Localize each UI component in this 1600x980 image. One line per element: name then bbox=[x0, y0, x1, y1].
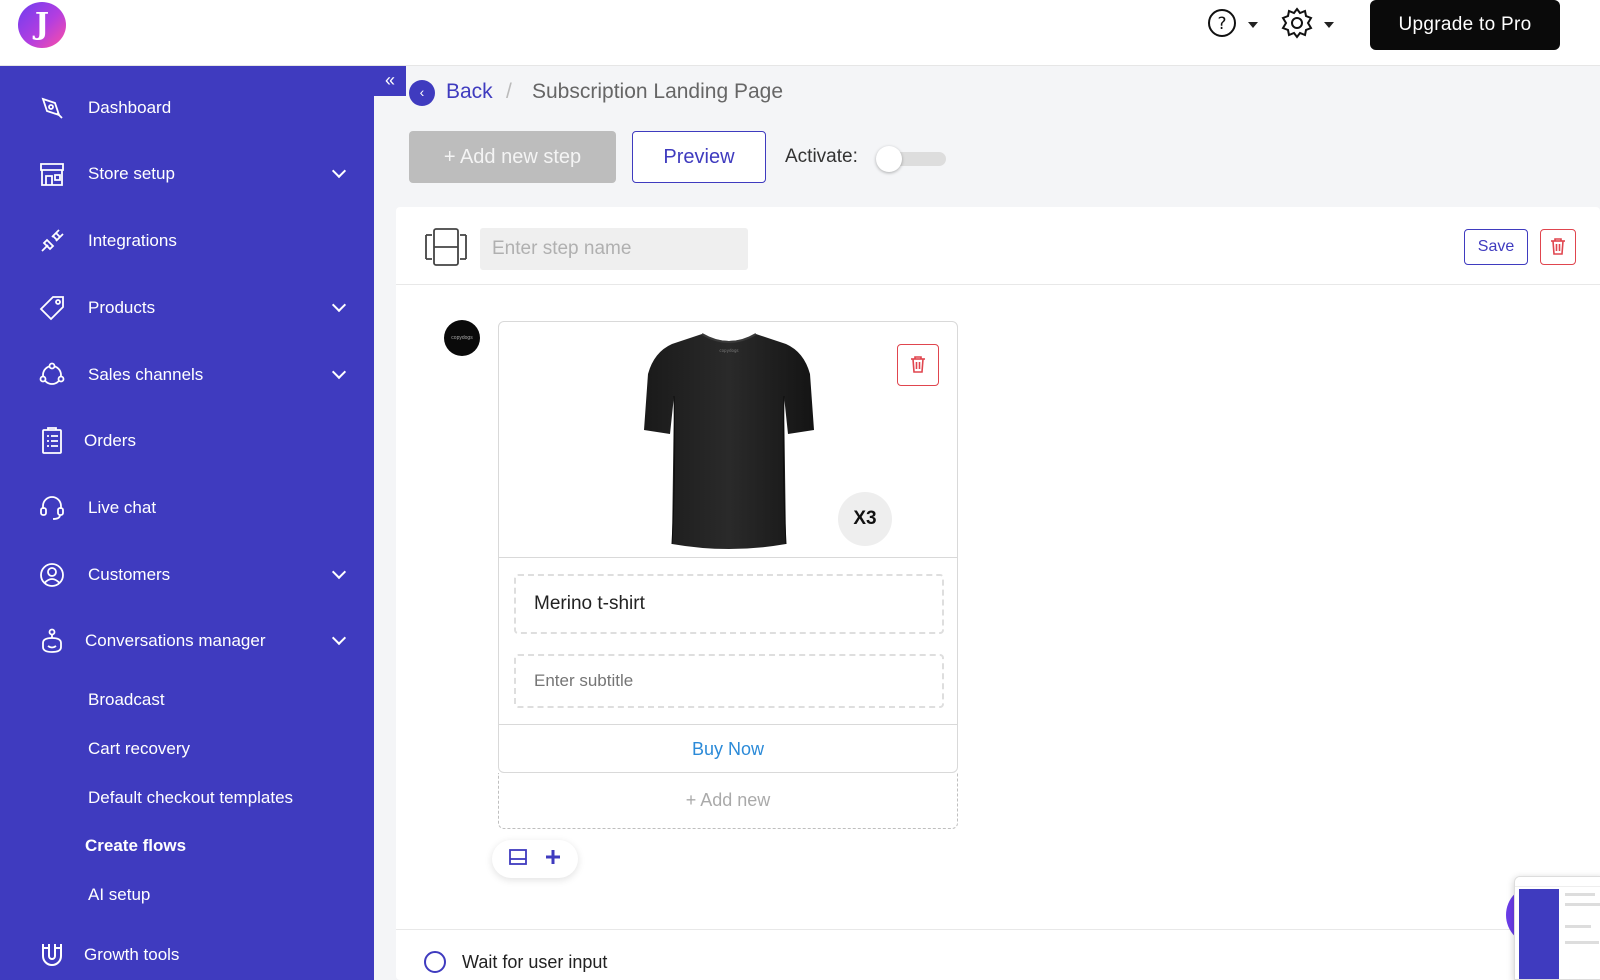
sidebar-subitem-cart-recovery[interactable]: Cart recovery bbox=[88, 739, 190, 759]
sidebar-subitem-default-checkout-templates[interactable]: Default checkout templates bbox=[88, 788, 293, 808]
step-editor-card: Save copydogs bbox=[396, 207, 1600, 980]
sidebar-item-label: Growth tools bbox=[84, 945, 180, 964]
layout-toggle-button[interactable] bbox=[505, 846, 531, 872]
add-new-step-button[interactable]: + Add new step bbox=[409, 131, 616, 183]
chevron-down-icon bbox=[331, 630, 347, 646]
trash-icon bbox=[910, 355, 926, 376]
page-title: Subscription Landing Page bbox=[532, 80, 784, 103]
thumbnail-sidebar bbox=[1519, 889, 1559, 979]
step-header: Save bbox=[396, 207, 1600, 285]
caret-down-icon bbox=[1324, 22, 1334, 28]
card-layout-icon bbox=[424, 227, 468, 272]
storefront-icon bbox=[38, 160, 66, 188]
caret-down-icon bbox=[1248, 22, 1258, 28]
sidebar-subitem-create-flows[interactable]: Create flows bbox=[85, 836, 186, 856]
trash-icon bbox=[1550, 237, 1566, 258]
sidebar-item-products[interactable]: Products bbox=[0, 288, 374, 328]
chevron-down-icon bbox=[331, 364, 347, 380]
chevron-down-icon bbox=[331, 163, 347, 179]
bot-icon bbox=[38, 627, 66, 655]
collapse-sidebar-button[interactable]: « bbox=[374, 66, 406, 96]
product-subtitle-field[interactable] bbox=[514, 654, 944, 708]
chevron-down-icon bbox=[331, 297, 347, 313]
preview-button[interactable]: Preview bbox=[632, 131, 766, 183]
tshirt-image: copydogs bbox=[644, 330, 814, 557]
layout-icon bbox=[508, 848, 527, 871]
breadcrumb-separator: / bbox=[506, 80, 512, 103]
sidebar-item-sales-channels[interactable]: Sales channels bbox=[0, 355, 374, 395]
plus-icon bbox=[544, 848, 562, 871]
delete-product-button[interactable] bbox=[897, 344, 939, 386]
buy-now-button[interactable]: Buy Now bbox=[499, 724, 957, 774]
magnet-icon bbox=[38, 941, 66, 969]
activate-label: Activate: bbox=[785, 146, 858, 167]
sidebar-item-store-setup[interactable]: Store setup bbox=[0, 154, 374, 194]
breadcrumb-back-link[interactable]: Back bbox=[446, 80, 493, 104]
bot-avatar: copydogs bbox=[444, 320, 480, 356]
sidebar-item-customers[interactable]: Customers bbox=[0, 555, 374, 595]
sidebar-subitem-ai-setup[interactable]: AI setup bbox=[88, 885, 150, 905]
sidebar-item-conversations-manager[interactable]: Conversations manager bbox=[0, 621, 374, 661]
app-logo[interactable]: J bbox=[18, 2, 66, 48]
chevron-left-icon: ‹ bbox=[419, 84, 425, 100]
product-card: copydogs X3 Merino t-shirt Buy Now bbox=[498, 321, 958, 773]
sidebar-item-orders[interactable]: Orders bbox=[0, 421, 374, 461]
upgrade-button[interactable]: Upgrade to Pro bbox=[1370, 0, 1560, 50]
plug-icon bbox=[38, 227, 66, 255]
sidebar-item-label: Sales channels bbox=[88, 365, 204, 384]
chevron-down-icon bbox=[331, 564, 347, 580]
sidebar-item-label: Store setup bbox=[88, 164, 175, 183]
activate-toggle[interactable] bbox=[876, 146, 948, 172]
network-icon bbox=[38, 361, 66, 389]
thumbnail-line bbox=[1565, 893, 1595, 896]
sidebar-item-label: Dashboard bbox=[88, 98, 172, 117]
sidebar-subitem-broadcast[interactable]: Broadcast bbox=[88, 690, 165, 710]
wait-for-input-radio[interactable] bbox=[424, 951, 446, 973]
thumbnail-header bbox=[1515, 877, 1600, 887]
pen-nib-icon bbox=[38, 94, 66, 122]
svg-text:copydogs: copydogs bbox=[719, 348, 738, 353]
step-name-input[interactable] bbox=[480, 228, 748, 270]
sidebar-item-label: Integrations bbox=[88, 231, 177, 250]
sidebar-item-label: Customers bbox=[88, 565, 171, 584]
double-chevron-left-icon: « bbox=[384, 70, 395, 90]
sidebar-item-integrations[interactable]: Integrations bbox=[0, 221, 374, 261]
thumbnail-line bbox=[1565, 903, 1600, 906]
thumbnail-line bbox=[1565, 941, 1599, 944]
sidebar-item-dashboard[interactable]: Dashboard bbox=[0, 88, 374, 128]
gear-icon bbox=[1280, 6, 1314, 45]
card-mini-toolbar bbox=[492, 840, 578, 878]
add-element-button[interactable] bbox=[540, 846, 566, 872]
preview-thumbnail[interactable] bbox=[1514, 876, 1600, 980]
wait-for-input-label: Wait for user input bbox=[462, 952, 608, 972]
delete-step-button[interactable] bbox=[1540, 229, 1576, 265]
tag-icon bbox=[38, 294, 66, 322]
quantity-badge: X3 bbox=[838, 492, 892, 546]
product-image-area[interactable]: copydogs X3 bbox=[499, 322, 957, 558]
user-circle-icon bbox=[38, 561, 66, 589]
svg-text:?: ? bbox=[1217, 14, 1226, 34]
save-button[interactable]: Save bbox=[1464, 229, 1528, 265]
settings-menu[interactable] bbox=[1280, 6, 1334, 45]
sidebar-item-growth-tools[interactable]: Growth tools bbox=[0, 935, 374, 975]
add-new-button[interactable]: + Add new bbox=[498, 773, 958, 829]
sidebar-item-label: Live chat bbox=[88, 498, 157, 517]
section-divider bbox=[396, 929, 1600, 930]
top-bar: J ? Upgrade to Pro bbox=[0, 0, 1600, 66]
sidebar-item-live-chat[interactable]: Live chat bbox=[0, 488, 374, 528]
thumbnail-line bbox=[1565, 925, 1591, 928]
sidebar-item-label: Orders bbox=[84, 431, 136, 450]
clipboard-list-icon bbox=[38, 427, 66, 455]
sidebar-item-label: Products bbox=[88, 298, 156, 317]
product-title-field[interactable]: Merino t-shirt bbox=[514, 574, 944, 634]
headset-icon bbox=[38, 494, 66, 522]
back-button[interactable]: ‹ bbox=[409, 80, 435, 106]
toggle-knob bbox=[876, 146, 902, 172]
question-circle-icon: ? bbox=[1206, 7, 1238, 44]
top-actions: ? Upgrade to Pro bbox=[1206, 0, 1560, 50]
help-menu[interactable]: ? bbox=[1206, 7, 1258, 44]
sidebar-item-label: Conversations manager bbox=[85, 631, 266, 650]
